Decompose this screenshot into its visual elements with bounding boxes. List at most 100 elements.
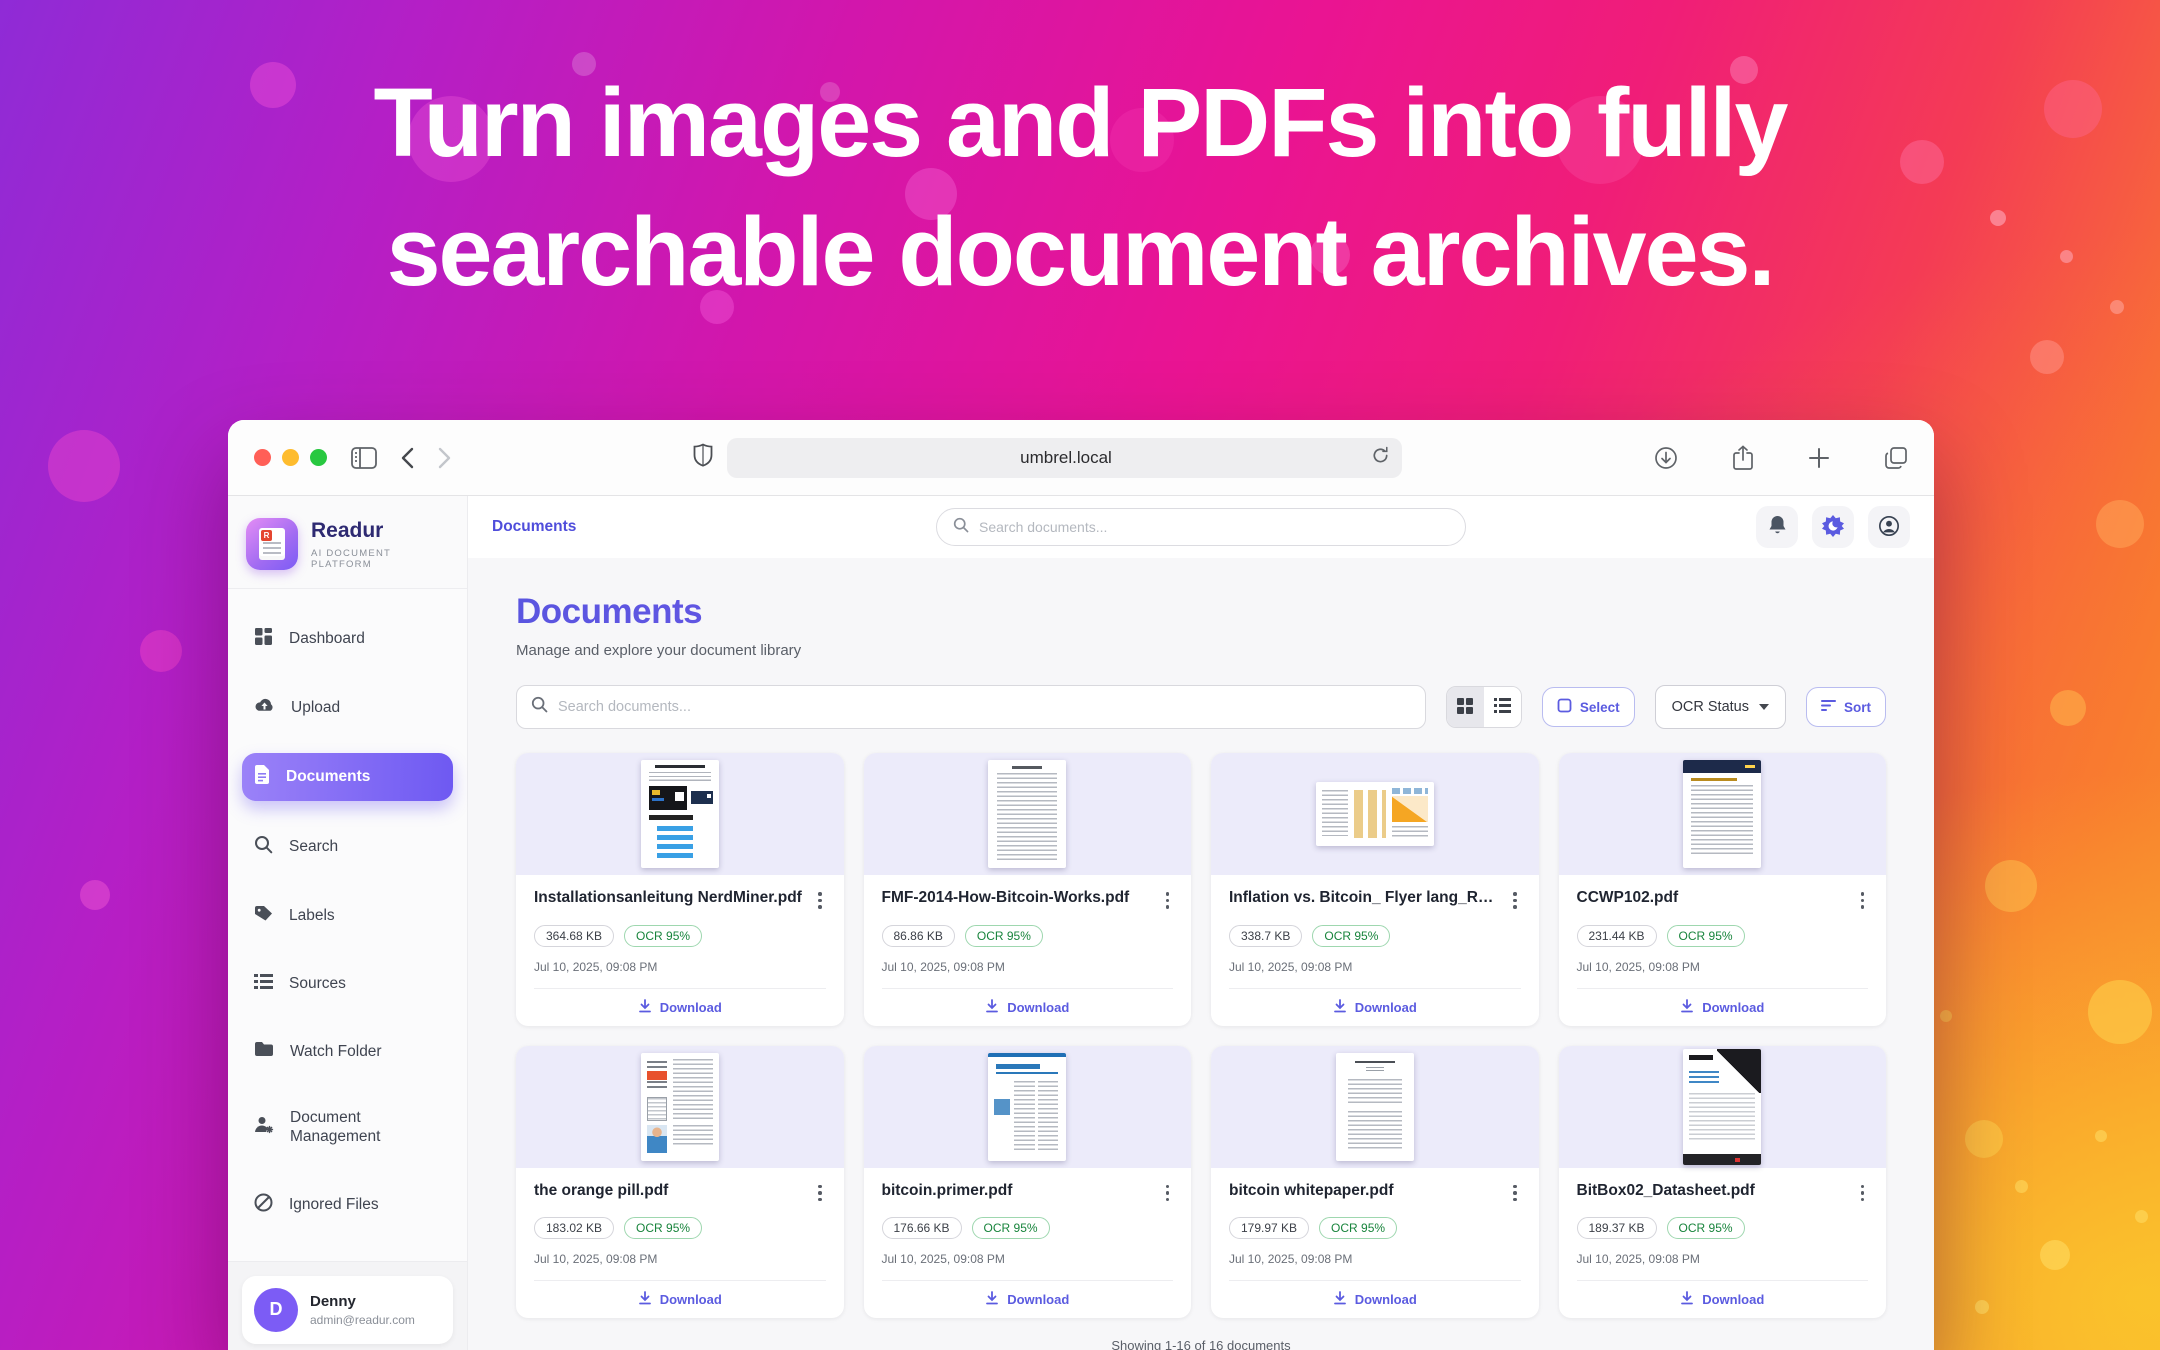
document-date: Jul 10, 2025, 09:08 PM — [882, 1252, 1174, 1266]
file-size-badge: 189.37 KB — [1577, 1217, 1657, 1239]
more-options-icon[interactable] — [814, 889, 826, 912]
download-icon — [985, 999, 999, 1016]
document-search-input[interactable] — [558, 699, 1411, 715]
document-card[interactable]: bitcoin whitepaper.pdf 179.97 KB OCR 95%… — [1211, 1046, 1539, 1319]
forward-button[interactable] — [438, 447, 451, 469]
share-icon[interactable] — [1732, 445, 1754, 471]
downloads-icon[interactable] — [1654, 446, 1678, 470]
sidebar-item-documents[interactable]: Documents — [242, 753, 453, 801]
download-button[interactable]: Download — [971, 989, 1083, 1026]
ocr-badge: OCR 95% — [1667, 925, 1745, 947]
document-title: FMF-2014-How-Bitcoin-Works.pdf — [882, 889, 1154, 907]
download-button[interactable]: Download — [624, 1281, 736, 1318]
tab-overview-icon[interactable] — [1884, 446, 1908, 470]
document-title: BitBox02_Datasheet.pdf — [1577, 1182, 1849, 1200]
breadcrumb[interactable]: Documents — [492, 518, 936, 536]
hero-line-2: searchable document archives. — [387, 197, 1774, 306]
document-card[interactable]: the orange pill.pdf 183.02 KB OCR 95% Ju… — [516, 1046, 844, 1319]
document-date: Jul 10, 2025, 09:08 PM — [1577, 1252, 1869, 1266]
browser-window: umbrel.local — [228, 420, 1934, 1350]
document-card[interactable]: Installationsanleitung NerdMiner.pdf 364… — [516, 753, 844, 1026]
account-button[interactable] — [1868, 506, 1910, 548]
more-options-icon[interactable] — [1857, 889, 1869, 912]
document-thumbnail[interactable] — [1559, 1046, 1887, 1168]
document-card[interactable]: CCWP102.pdf 231.44 KB OCR 95% Jul 10, 20… — [1559, 753, 1887, 1026]
document-date: Jul 10, 2025, 09:08 PM — [882, 960, 1174, 974]
download-label: Download — [660, 1292, 722, 1307]
dashboard-icon — [254, 627, 273, 651]
more-options-icon[interactable] — [1162, 1182, 1174, 1205]
close-button[interactable] — [254, 449, 271, 466]
document-thumbnail[interactable] — [864, 753, 1192, 875]
sidebar-item-label: Labels — [289, 906, 335, 925]
sidebar-item-dashboard[interactable]: Dashboard — [242, 615, 453, 663]
sidebar-toggle-icon[interactable] — [351, 447, 377, 469]
user-card[interactable]: D Denny admin@readur.com — [242, 1276, 453, 1344]
document-thumbnail[interactable] — [864, 1046, 1192, 1168]
document-date: Jul 10, 2025, 09:08 PM — [534, 1252, 826, 1266]
sidebar-item-labels[interactable]: Labels — [242, 893, 453, 939]
back-button[interactable] — [401, 447, 414, 469]
download-icon — [985, 1291, 999, 1308]
traffic-lights — [254, 449, 327, 466]
more-options-icon[interactable] — [1857, 1182, 1869, 1205]
sidebar-item-upload[interactable]: Upload — [242, 685, 453, 731]
tag-icon — [254, 905, 273, 927]
sidebar-nav: Dashboard Upload Documents — [228, 589, 467, 1261]
grid-view-button[interactable] — [1447, 687, 1484, 727]
zoom-button[interactable] — [310, 449, 327, 466]
more-options-icon[interactable] — [1509, 1182, 1521, 1205]
document-card[interactable]: Inflation vs. Bitcoin_ Flyer lang_RGB.pd… — [1211, 753, 1539, 1026]
document-thumbnail[interactable] — [1211, 1046, 1539, 1168]
sidebar-item-label: Watch Folder — [290, 1042, 382, 1061]
minimize-button[interactable] — [282, 449, 299, 466]
download-button[interactable]: Download — [624, 989, 736, 1026]
document-card[interactable]: bitcoin.primer.pdf 176.66 KB OCR 95% Jul… — [864, 1046, 1192, 1319]
page-subtitle: Manage and explore your document library — [516, 642, 1886, 659]
address-bar[interactable]: umbrel.local — [727, 438, 1402, 478]
document-card[interactable]: FMF-2014-How-Bitcoin-Works.pdf 86.86 KB … — [864, 753, 1192, 1026]
privacy-shield-icon[interactable] — [693, 443, 713, 472]
select-button[interactable]: Select — [1542, 687, 1635, 727]
document-card[interactable]: BitBox02_Datasheet.pdf 189.37 KB OCR 95%… — [1559, 1046, 1887, 1319]
grid-icon — [1457, 698, 1473, 717]
document-search[interactable] — [516, 685, 1426, 729]
ocr-badge: OCR 95% — [972, 1217, 1050, 1239]
ocr-status-dropdown[interactable]: OCR Status — [1655, 685, 1786, 729]
sidebar-item-document-management[interactable]: Document Management — [242, 1096, 452, 1159]
sidebar-footer: D Denny admin@readur.com — [228, 1261, 467, 1350]
sidebar-item-search[interactable]: Search — [242, 823, 453, 871]
document-thumbnail[interactable] — [1559, 753, 1887, 875]
download-button[interactable]: Download — [1666, 989, 1778, 1026]
reload-icon[interactable] — [1371, 446, 1390, 470]
more-options-icon[interactable] — [1509, 889, 1521, 912]
download-button[interactable]: Download — [1319, 1281, 1431, 1318]
topbar-search[interactable] — [936, 508, 1466, 546]
download-icon — [1333, 1291, 1347, 1308]
sidebar-item-sources[interactable]: Sources — [242, 961, 453, 1007]
download-button[interactable]: Download — [971, 1281, 1083, 1318]
download-button[interactable]: Download — [1319, 989, 1431, 1026]
chevron-down-icon — [1759, 704, 1769, 710]
sidebar-item-watch-folder[interactable]: Watch Folder — [242, 1029, 453, 1074]
file-size-badge: 183.02 KB — [534, 1217, 614, 1239]
download-button[interactable]: Download — [1666, 1281, 1778, 1318]
more-options-icon[interactable] — [1162, 889, 1174, 912]
sort-button[interactable]: Sort — [1806, 687, 1886, 727]
user-email: admin@readur.com — [310, 1313, 415, 1327]
file-size-badge: 364.68 KB — [534, 925, 614, 947]
theme-toggle-button[interactable] — [1812, 506, 1854, 548]
notifications-button[interactable] — [1756, 506, 1798, 548]
document-thumbnail[interactable] — [516, 1046, 844, 1168]
new-tab-icon[interactable] — [1808, 447, 1830, 469]
document-thumbnail[interactable] — [516, 753, 844, 875]
document-thumbnail[interactable] — [1211, 753, 1539, 875]
download-label: Download — [1355, 1000, 1417, 1015]
more-options-icon[interactable] — [814, 1182, 826, 1205]
sort-icon — [1821, 699, 1836, 715]
document-title: bitcoin.primer.pdf — [882, 1182, 1154, 1200]
search-icon — [531, 696, 548, 718]
list-view-button[interactable] — [1484, 687, 1521, 727]
topbar-search-input[interactable] — [979, 519, 1449, 535]
sidebar-item-ignored-files[interactable]: Ignored Files — [242, 1181, 453, 1229]
